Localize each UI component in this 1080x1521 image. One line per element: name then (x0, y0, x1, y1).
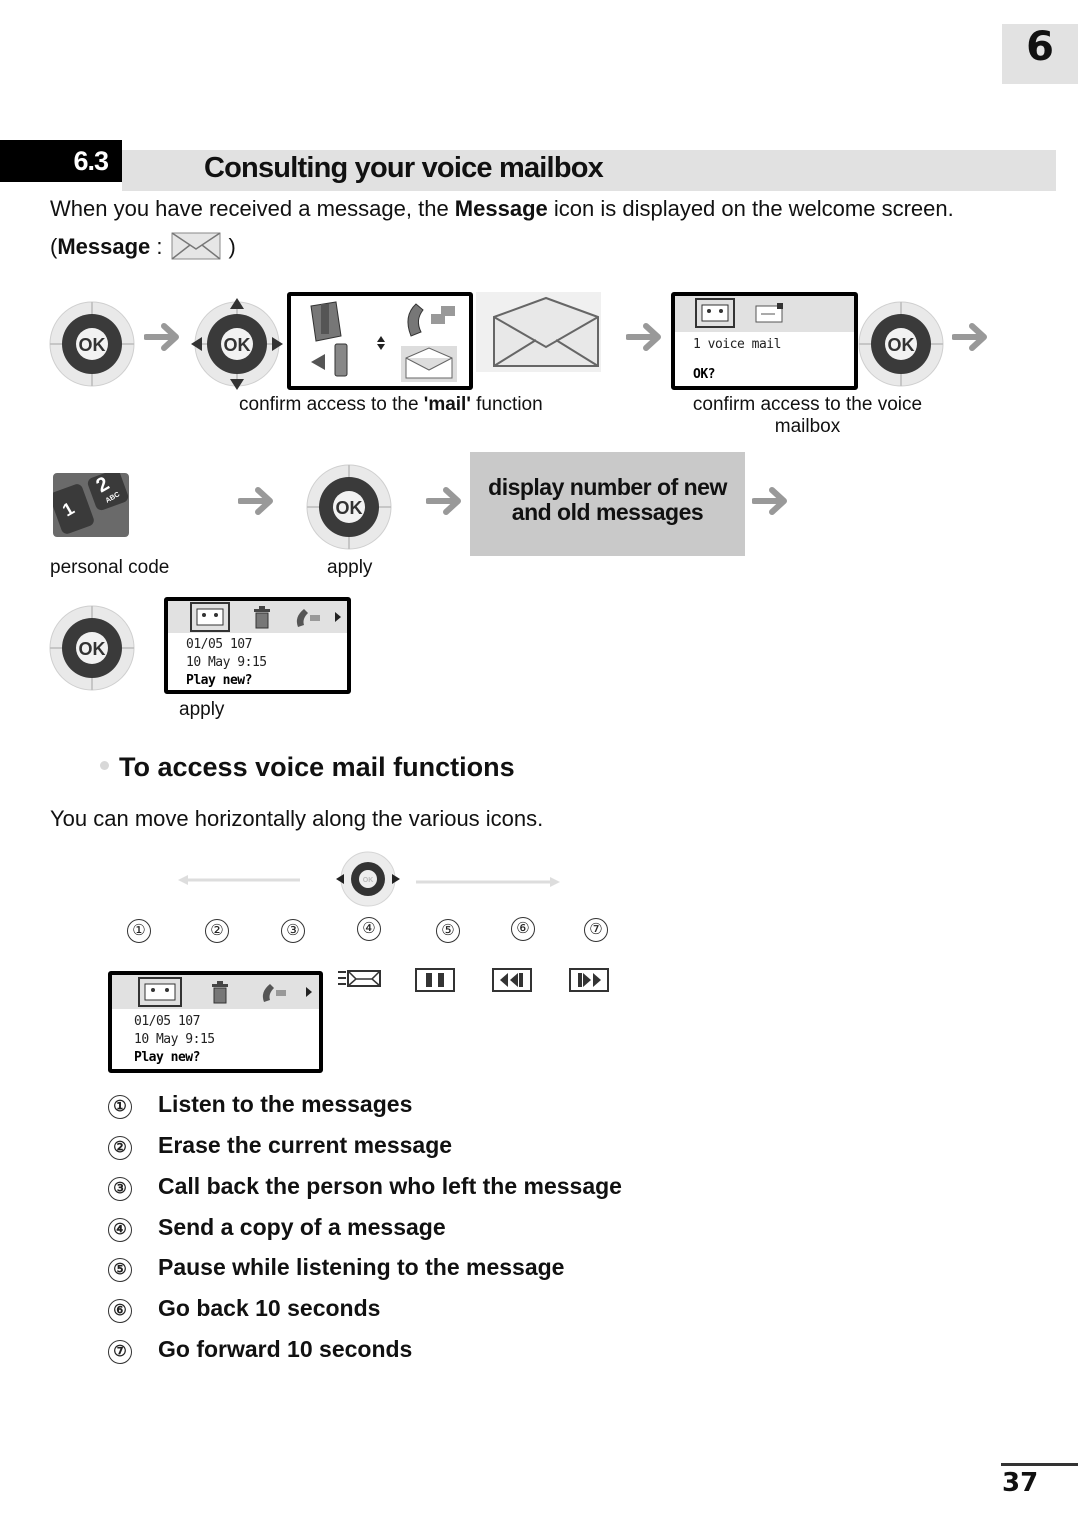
rewind-icon (492, 968, 532, 992)
forward-message-icon (338, 970, 381, 987)
keypad-icon: 1 2 ABC (53, 473, 129, 537)
right-arrow-icon (626, 322, 668, 352)
right-arrow-icon (416, 877, 560, 887)
trash-icon (254, 606, 270, 629)
message-date: 10 May 9:15 (134, 1032, 215, 1047)
page-number-rule (1001, 1463, 1078, 1466)
right-arrow-icon (752, 486, 794, 516)
screen-icon-bar (168, 601, 347, 633)
callback-icon (262, 984, 286, 1002)
envelope-icon (476, 292, 601, 372)
pause-icon (415, 968, 455, 992)
left-arrow-icon (178, 875, 300, 885)
right-arrow-icon (306, 987, 312, 997)
right-arrow-icon (952, 322, 994, 352)
menu-screen (287, 292, 473, 390)
function-number-6: ⑥ (511, 917, 535, 941)
ok-prompt: OK? (693, 367, 715, 382)
envelope-icon (171, 232, 221, 260)
screen-icon-bar (675, 296, 854, 332)
handset-forward-icon (407, 303, 455, 337)
ok-button-icon (306, 464, 392, 550)
up-down-icon (377, 336, 385, 350)
chapter-tab: 6 (1002, 24, 1078, 84)
navigation-ok-button-icon (191, 298, 283, 390)
caption-apply: apply (179, 699, 225, 720)
function-number-2: ② (205, 919, 229, 943)
section-title: Consulting your voice mailbox (204, 152, 604, 184)
right-arrow-icon (426, 486, 468, 516)
voicemail-screen: 1 voice mail OK? (671, 292, 858, 390)
functions-description: You can move horizontally along the vari… (50, 806, 544, 831)
intro-message-icon-line: (Message :) (50, 232, 236, 260)
right-arrow-icon (144, 322, 186, 352)
caption-personal-code: personal code (50, 557, 170, 578)
ok-button-icon (858, 301, 944, 387)
message-screen: 01/05 107 10 May 9:15 Play new? (164, 597, 351, 694)
message-number: 01/05 107 (134, 1014, 200, 1029)
cassette-icon (138, 977, 182, 1007)
function-number-3: ③ (281, 919, 305, 943)
right-arrow-icon (335, 612, 341, 622)
voicemail-count: 1 voice mail (693, 337, 781, 352)
caption-confirm-voicemailbox: confirm access to the voice mailbox (692, 394, 923, 437)
fast-forward-icon (569, 968, 609, 992)
trash-icon (212, 981, 228, 1004)
section-number: 6.3 (0, 140, 122, 182)
function-number-4: ④ (357, 917, 381, 941)
function-number-5: ⑤ (436, 919, 460, 943)
navigation-ok-button-icon: OK (336, 851, 400, 907)
play-prompt: Play new? (186, 673, 252, 688)
sms-envelope-icon (755, 303, 783, 323)
ok-button-icon (49, 605, 135, 691)
bullet-icon (100, 761, 109, 770)
ok-button-icon (49, 301, 135, 387)
right-arrow-icon (238, 486, 280, 516)
function-number-7: ⑦ (584, 918, 608, 942)
callback-icon (296, 609, 320, 627)
functions-screen: 01/05 107 10 May 9:15 Play new? (108, 971, 323, 1073)
result-box-text: display number of new and old messages (488, 474, 727, 525)
play-prompt: Play new? (134, 1050, 200, 1065)
caption-confirm-mail: confirm access to the 'mail' function (239, 394, 543, 415)
envelope-icon (401, 346, 457, 382)
message-number: 01/05 107 (186, 637, 252, 652)
message-date: 10 May 9:15 (186, 655, 267, 670)
intro-text: When you have received a message, the Me… (50, 196, 954, 221)
mobile-transfer-icon (311, 343, 348, 377)
function-number-1: ① (127, 919, 151, 943)
caption-apply: apply (327, 557, 373, 578)
page-number: 37 (1002, 1468, 1039, 1498)
cassette-icon (695, 298, 735, 328)
phone-base-icon (310, 301, 342, 342)
svg-text:OK: OK (363, 877, 374, 884)
cassette-icon (190, 602, 230, 632)
subsection-heading: To access voice mail functions (100, 752, 515, 783)
screen-icon-bar (112, 975, 319, 1009)
